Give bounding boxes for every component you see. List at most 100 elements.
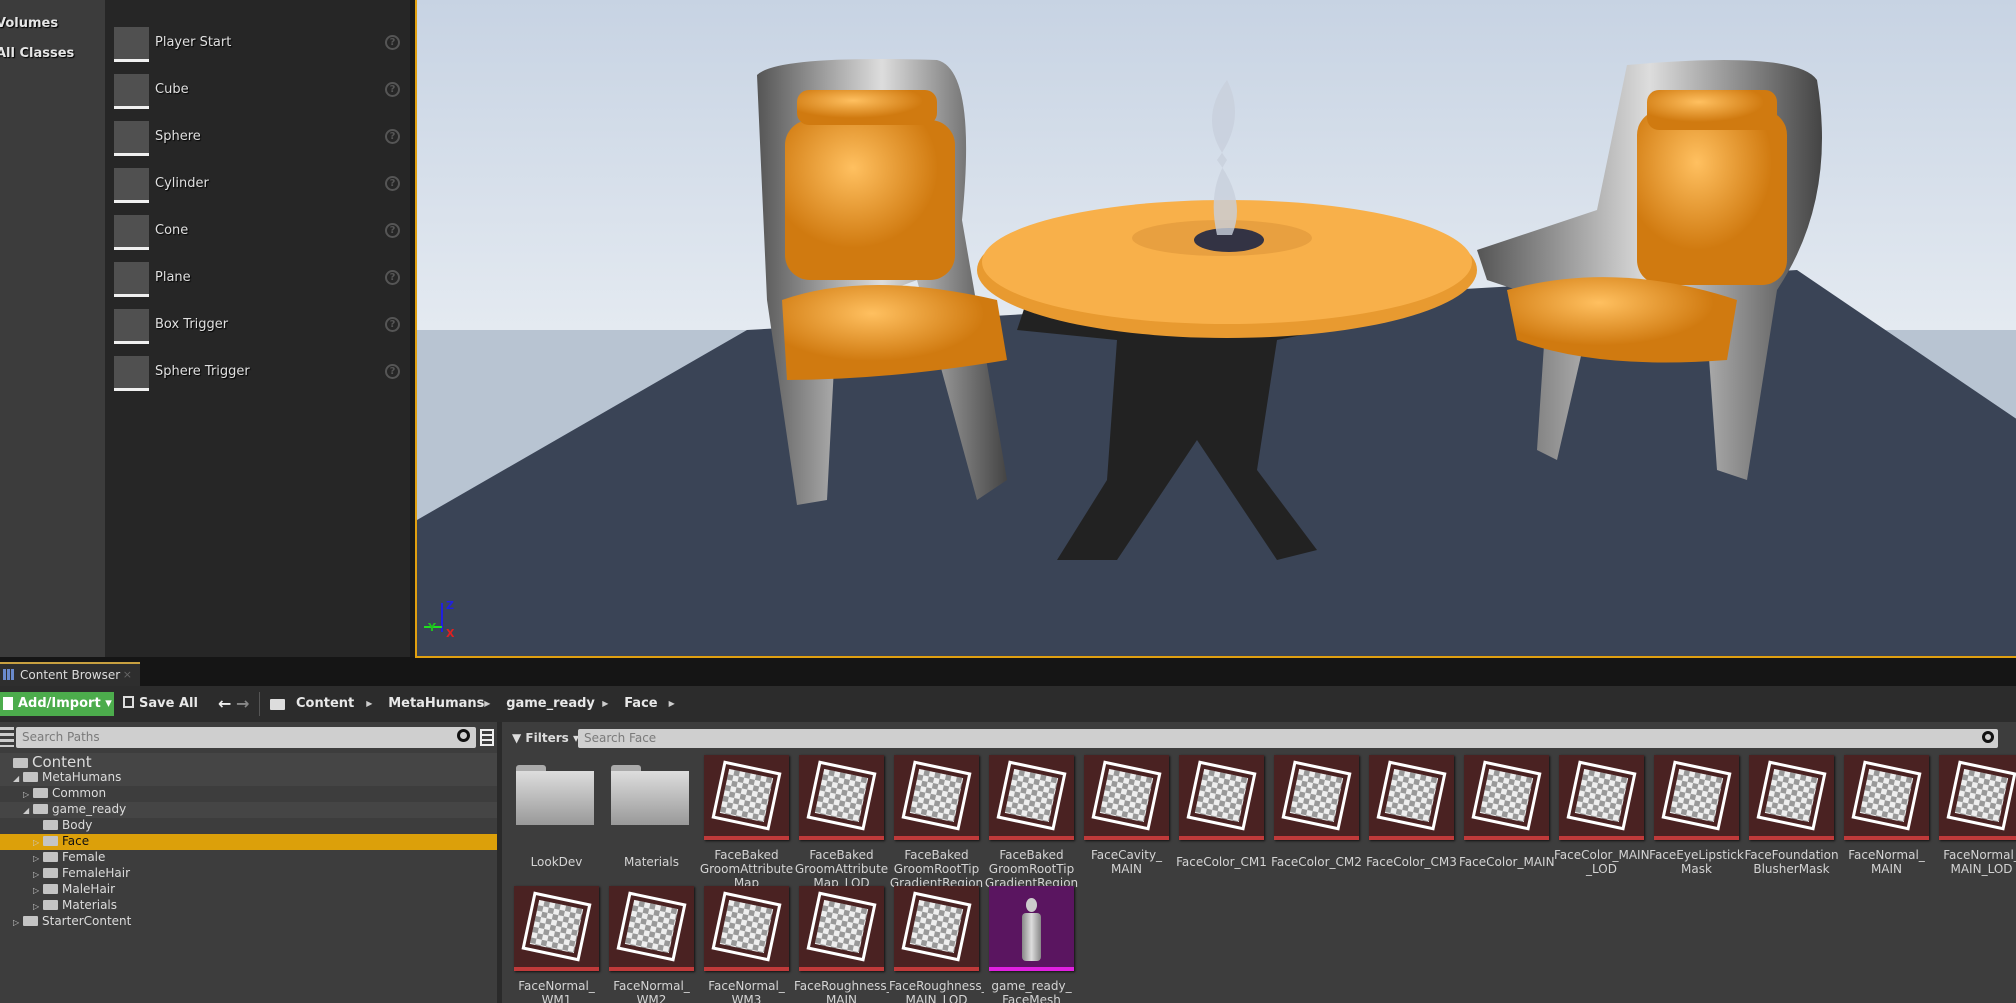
asset-tile[interactable]: FaceRoughness_ MAIN [794, 886, 889, 1003]
asset-tile[interactable]: FaceBaked GroomRootTip GradientRegion [890, 755, 983, 888]
breadcrumb-item[interactable]: Face [624, 696, 657, 711]
help-icon[interactable]: ? [385, 270, 400, 285]
asset-tile[interactable]: FaceColor_CM2 [1271, 755, 1362, 888]
search-icon[interactable] [457, 729, 470, 742]
folder-tree-item[interactable]: ▷ Female [0, 850, 497, 866]
help-icon[interactable]: ? [385, 223, 400, 238]
asset-tile[interactable]: FaceColor_MAIN [1459, 755, 1554, 888]
place-item[interactable]: Cone? [105, 215, 410, 259]
breadcrumb-item[interactable]: MetaHumans [388, 696, 484, 711]
sources-toggle-icon[interactable] [0, 727, 14, 747]
folder-icon [43, 836, 58, 846]
tab-label: Content Browser [20, 668, 121, 682]
breadcrumb-item[interactable]: game_ready [506, 696, 595, 711]
place-item[interactable]: Sphere? [105, 121, 410, 165]
level-viewport[interactable]: Z Y X [415, 0, 2016, 658]
folder-tree-item[interactable]: ▷ Materials [0, 898, 497, 914]
folder-icon [43, 900, 58, 910]
back-arrow-icon[interactable]: ← [218, 694, 231, 713]
search-icon[interactable] [1982, 731, 1994, 743]
asset-tile[interactable]: FaceNormal_ WM1 [514, 886, 599, 1003]
place-item-label: Cone [155, 223, 189, 238]
expand-arrow-icon[interactable]: ◢ [23, 806, 33, 815]
folder-tree-item[interactable]: ▷ MaleHair [0, 882, 497, 898]
save-all-button[interactable]: Save All [123, 696, 198, 711]
asset-label: FaceFoundation BlusherMask [1744, 848, 1839, 876]
help-icon[interactable]: ? [385, 176, 400, 191]
help-icon[interactable]: ? [385, 364, 400, 379]
asset-tile[interactable]: FaceNormal_ WM2 [609, 886, 694, 1003]
asset-label: FaceRoughness_ MAIN [794, 979, 889, 1003]
close-tab-button[interactable]: × [123, 668, 132, 681]
place-item[interactable]: Box Trigger? [105, 309, 410, 353]
folder-label: Content [32, 753, 92, 771]
axis-y-label: Y [427, 621, 437, 634]
expand-arrow-icon[interactable]: ▷ [33, 838, 43, 847]
help-icon[interactable]: ? [385, 129, 400, 144]
folder-tree-item[interactable]: ▷ Common [0, 786, 497, 802]
asset-tile[interactable]: FaceCavity_ MAIN [1084, 755, 1169, 888]
place-item[interactable]: Plane? [105, 262, 410, 306]
asset-label: FaceColor_CM2 [1271, 855, 1362, 869]
search-paths-input[interactable]: Search Paths [16, 727, 476, 748]
sphere-icon [114, 121, 149, 156]
expand-arrow-icon[interactable]: ▷ [33, 902, 43, 911]
asset-tile[interactable]: FaceColor_CM3 [1366, 755, 1457, 888]
folder-tree-item[interactable]: Content [0, 753, 497, 771]
breadcrumb-chevron-icon[interactable]: ▶ [669, 699, 675, 708]
place-item[interactable]: Cylinder? [105, 168, 410, 212]
help-icon[interactable]: ? [385, 317, 400, 332]
folder-label: game_ready [52, 802, 127, 816]
asset-tile[interactable]: Materials [609, 755, 694, 888]
folder-open-icon[interactable] [270, 699, 285, 710]
folder-tree-item[interactable]: ▷ FemaleHair [0, 866, 497, 882]
expand-arrow-icon[interactable]: ▷ [23, 790, 33, 799]
asset-tile[interactable]: LookDev [514, 755, 599, 888]
place-item[interactable]: Player Start? [105, 27, 410, 71]
category-volumes[interactable]: Volumes [0, 16, 58, 31]
folder-icon [609, 755, 694, 840]
expand-arrow-icon[interactable]: ▷ [33, 870, 43, 879]
place-item[interactable]: Cube? [105, 74, 410, 118]
breadcrumb-chevron-icon[interactable]: ▶ [602, 699, 608, 708]
expand-arrow-icon[interactable]: ▷ [33, 886, 43, 895]
folder-label: MetaHumans [42, 770, 122, 784]
asset-tile[interactable]: FaceColor_MAIN _LOD [1554, 755, 1649, 888]
search-assets-input[interactable]: Search Face [578, 729, 1998, 748]
breadcrumb-chevron-icon[interactable]: ▶ [484, 699, 490, 708]
forward-arrow-icon[interactable]: → [236, 694, 249, 713]
folder-tree-item[interactable]: Body [0, 818, 497, 834]
view-options-icon[interactable] [480, 729, 494, 746]
asset-tile[interactable]: FaceBaked GroomAttribute Map [700, 755, 793, 888]
asset-tile[interactable]: FaceColor_CM1 [1176, 755, 1267, 888]
folder-tree-item[interactable]: ▷ Face [0, 834, 497, 850]
asset-tile[interactable]: FaceBaked GroomRootTip GradientRegion [985, 755, 1078, 888]
add-import-button[interactable]: Add/Import ▾ [0, 692, 114, 716]
place-item-label: Sphere [155, 129, 201, 144]
help-icon[interactable]: ? [385, 82, 400, 97]
breadcrumb-item[interactable]: Content [296, 696, 354, 711]
folder-tree-item[interactable]: ▷ StarterContent [0, 914, 497, 930]
folder-tree-item[interactable]: ◢ game_ready [0, 802, 497, 818]
asset-tile[interactable]: FaceBaked GroomAttribute Map_LOD [795, 755, 888, 888]
tab-content-browser[interactable]: Content Browser × [0, 662, 140, 686]
cylinder-icon [114, 168, 149, 203]
place-item[interactable]: Sphere Trigger? [105, 356, 410, 400]
folder-tree-item[interactable]: ◢ MetaHumans [0, 770, 497, 786]
asset-tile[interactable]: FaceNormal_ MAIN [1844, 755, 1929, 888]
asset-tile[interactable]: FaceNormal_ MAIN_LOD [1939, 755, 2016, 888]
category-all-classes[interactable]: All Classes [0, 46, 74, 61]
texture-icon [609, 886, 694, 971]
expand-arrow-icon[interactable]: ▷ [13, 918, 23, 927]
help-icon[interactable]: ? [385, 35, 400, 50]
asset-tile[interactable]: FaceNormal_ WM3 [704, 886, 789, 1003]
asset-tile[interactable]: FaceEyeLipstick Mask [1649, 755, 1744, 888]
breadcrumb-chevron-icon[interactable]: ▶ [366, 699, 372, 708]
asset-tile[interactable]: FaceFoundation BlusherMask [1744, 755, 1839, 888]
expand-arrow-icon[interactable]: ▷ [33, 854, 43, 863]
filters-button[interactable]: ▼ Filters ▾ [512, 731, 579, 745]
place-item-label: Cylinder [155, 176, 209, 191]
expand-arrow-icon[interactable]: ◢ [13, 774, 23, 783]
asset-tile[interactable]: game_ready_ FaceMesh [989, 886, 1074, 1003]
asset-tile[interactable]: FaceRoughness_ MAIN_LOD [889, 886, 984, 1003]
